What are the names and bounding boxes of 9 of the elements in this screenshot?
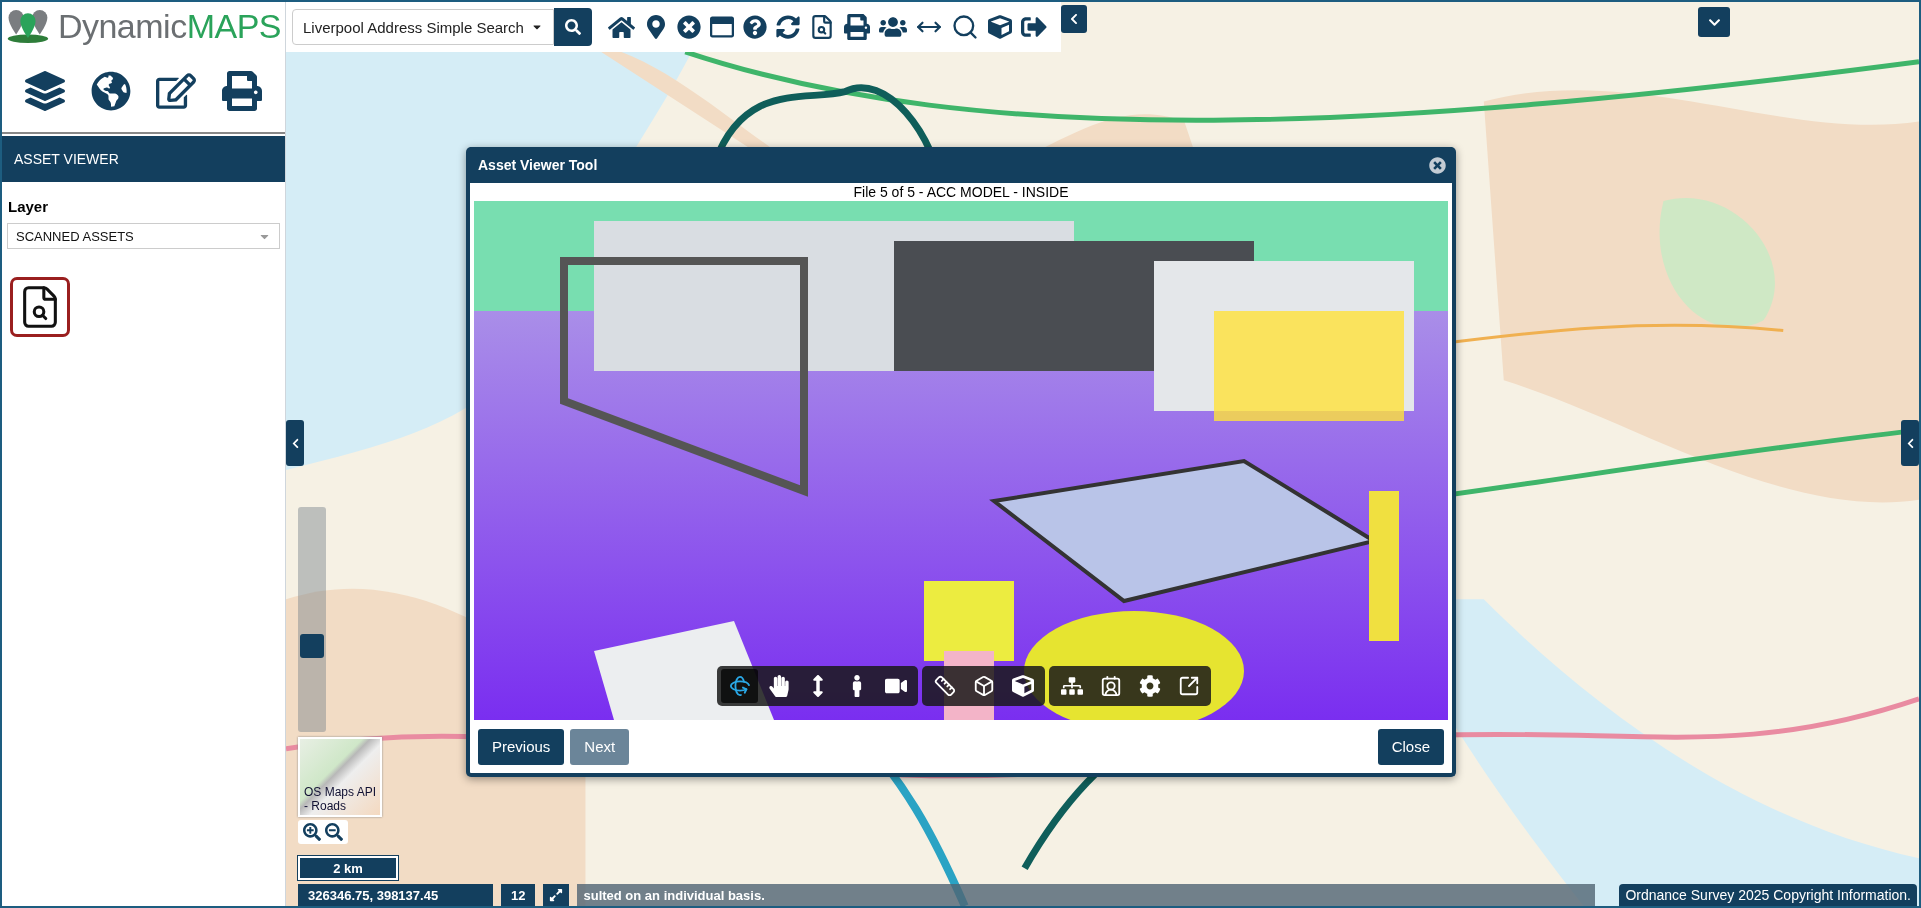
document-search-button[interactable] <box>10 277 70 337</box>
app-logo: DynamicMAPS <box>57 6 281 46</box>
panel-title: ASSET VIEWER <box>2 136 285 182</box>
print-icon[interactable] <box>222 71 263 111</box>
layers-icon[interactable] <box>24 71 65 111</box>
globe-icon[interactable] <box>90 71 131 111</box>
edit-icon[interactable] <box>156 71 197 111</box>
layer-select[interactable]: SCANNED ASSETS <box>7 223 280 249</box>
layer-label: Layer <box>8 198 50 215</box>
